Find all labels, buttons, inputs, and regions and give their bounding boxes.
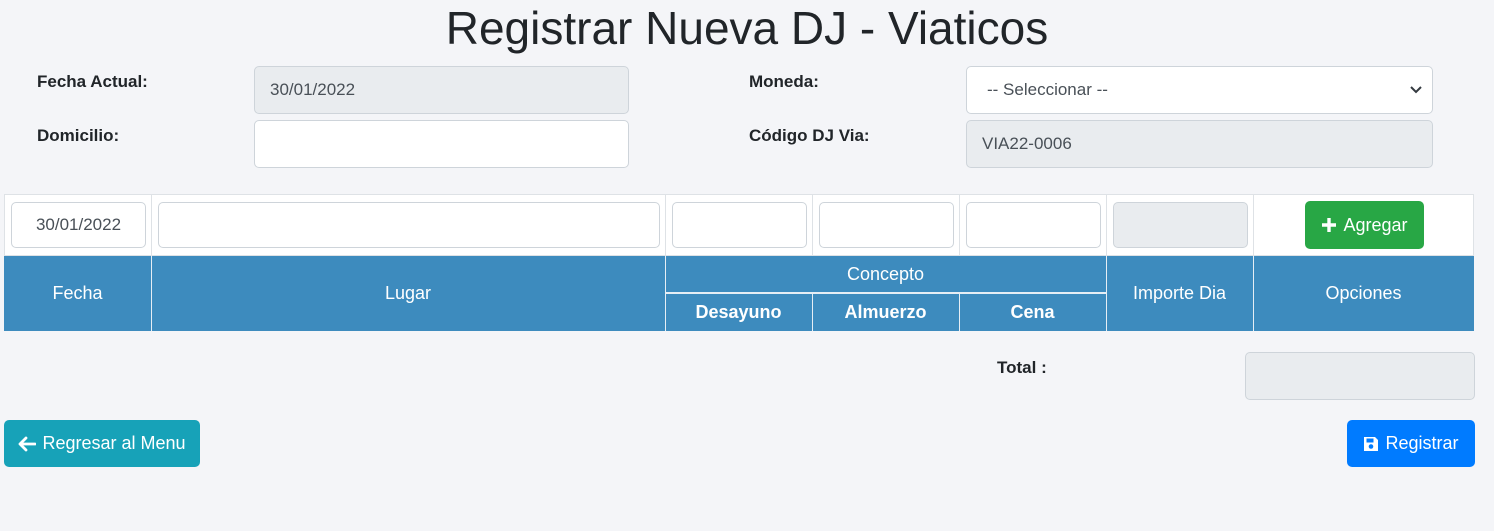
entry-desayuno-input[interactable] (672, 202, 807, 248)
codigo-field: VIA22-0006 (966, 120, 1433, 168)
save-icon (1363, 436, 1379, 452)
header-concepto: Concepto (846, 264, 925, 284)
table-header: Fecha Lugar Concepto Desayuno Almuerzo C… (4, 256, 1474, 331)
chevron-down-icon (1410, 86, 1422, 94)
back-button-label: Regresar al Menu (42, 433, 186, 453)
add-button-label: Agregar (1343, 214, 1408, 235)
entry-lugar-input[interactable] (158, 202, 660, 248)
entry-fecha-input[interactable]: 30/01/2022 (11, 202, 146, 248)
back-to-menu-button[interactable]: Regresar al Menu (4, 420, 200, 467)
domicilio-input[interactable] (254, 120, 629, 168)
codigo-label: Código DJ Via: (749, 126, 870, 145)
header-fecha: Fecha (52, 283, 103, 303)
moneda-selected-value: -- Seleccionar -- (987, 80, 1108, 99)
entry-almuerzo-input[interactable] (819, 202, 954, 248)
arrow-left-icon (18, 436, 37, 452)
header-cena: Cena (1010, 302, 1055, 322)
header-opciones: Opciones (1325, 283, 1402, 303)
fecha-actual-label: Fecha Actual: (37, 72, 148, 91)
total-field (1245, 352, 1475, 400)
register-button-label: Registrar (1385, 433, 1459, 453)
page-title: Registrar Nueva DJ - Viaticos (445, 2, 1049, 54)
plus-icon (1321, 217, 1337, 233)
domicilio-label: Domicilio: (37, 126, 120, 145)
header-almuerzo: Almuerzo (844, 302, 927, 322)
register-button[interactable]: Registrar (1347, 420, 1475, 467)
entry-cena-input[interactable] (966, 202, 1101, 248)
total-label: Total : (997, 358, 1047, 377)
header-desayuno: Desayuno (695, 302, 782, 322)
header-lugar: Lugar (384, 283, 432, 303)
moneda-select[interactable]: -- Seleccionar -- (966, 66, 1433, 114)
entry-row: 30/01/2022 Agregar (4, 194, 1474, 256)
fecha-actual-field: 30/01/2022 (254, 66, 629, 114)
add-button[interactable]: Agregar (1305, 201, 1424, 249)
header-importe-dia: Importe Dia (1132, 283, 1227, 303)
moneda-label: Moneda: (749, 72, 819, 91)
entry-importe-field (1113, 202, 1248, 248)
